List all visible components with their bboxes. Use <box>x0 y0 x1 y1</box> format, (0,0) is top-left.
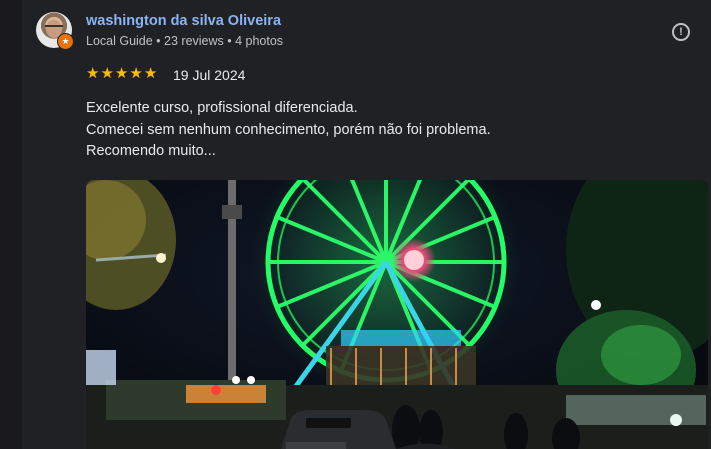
star-rating: ★ ★ ★ ★ ★ <box>86 66 157 82</box>
author-meta: Local Guide • 23 reviews • 4 photos <box>86 34 284 48</box>
left-edge-strip <box>0 0 22 449</box>
star-icon: ★ <box>143 65 158 82</box>
review-date: 19 Jul 2024 <box>173 67 246 83</box>
review-text-line: Excelente curso, profissional diferencia… <box>86 100 358 116</box>
report-flag-icon[interactable]: ! <box>672 23 690 41</box>
star-icon: ★ <box>86 65 100 82</box>
review-text-line: Recomendo muito... <box>86 143 216 159</box>
review-photo[interactable] <box>86 180 708 449</box>
avatar-glasses <box>45 25 63 31</box>
local-guide-badge-icon: ★ <box>57 33 74 50</box>
review-text: Excelente curso, profissional diferencia… <box>86 98 491 163</box>
author-name[interactable]: washington da silva Oliveira <box>86 13 281 29</box>
review-card: ★ washington da silva Oliveira Local Gui… <box>0 0 711 449</box>
star-icon: ★ <box>129 65 143 82</box>
star-icon: ★ <box>100 65 114 82</box>
star-icon: ★ <box>114 65 129 82</box>
review-text-line: Comecei sem nenhum conhecimento, porém n… <box>86 121 491 138</box>
ferris-wheel-night-photo <box>86 180 708 449</box>
